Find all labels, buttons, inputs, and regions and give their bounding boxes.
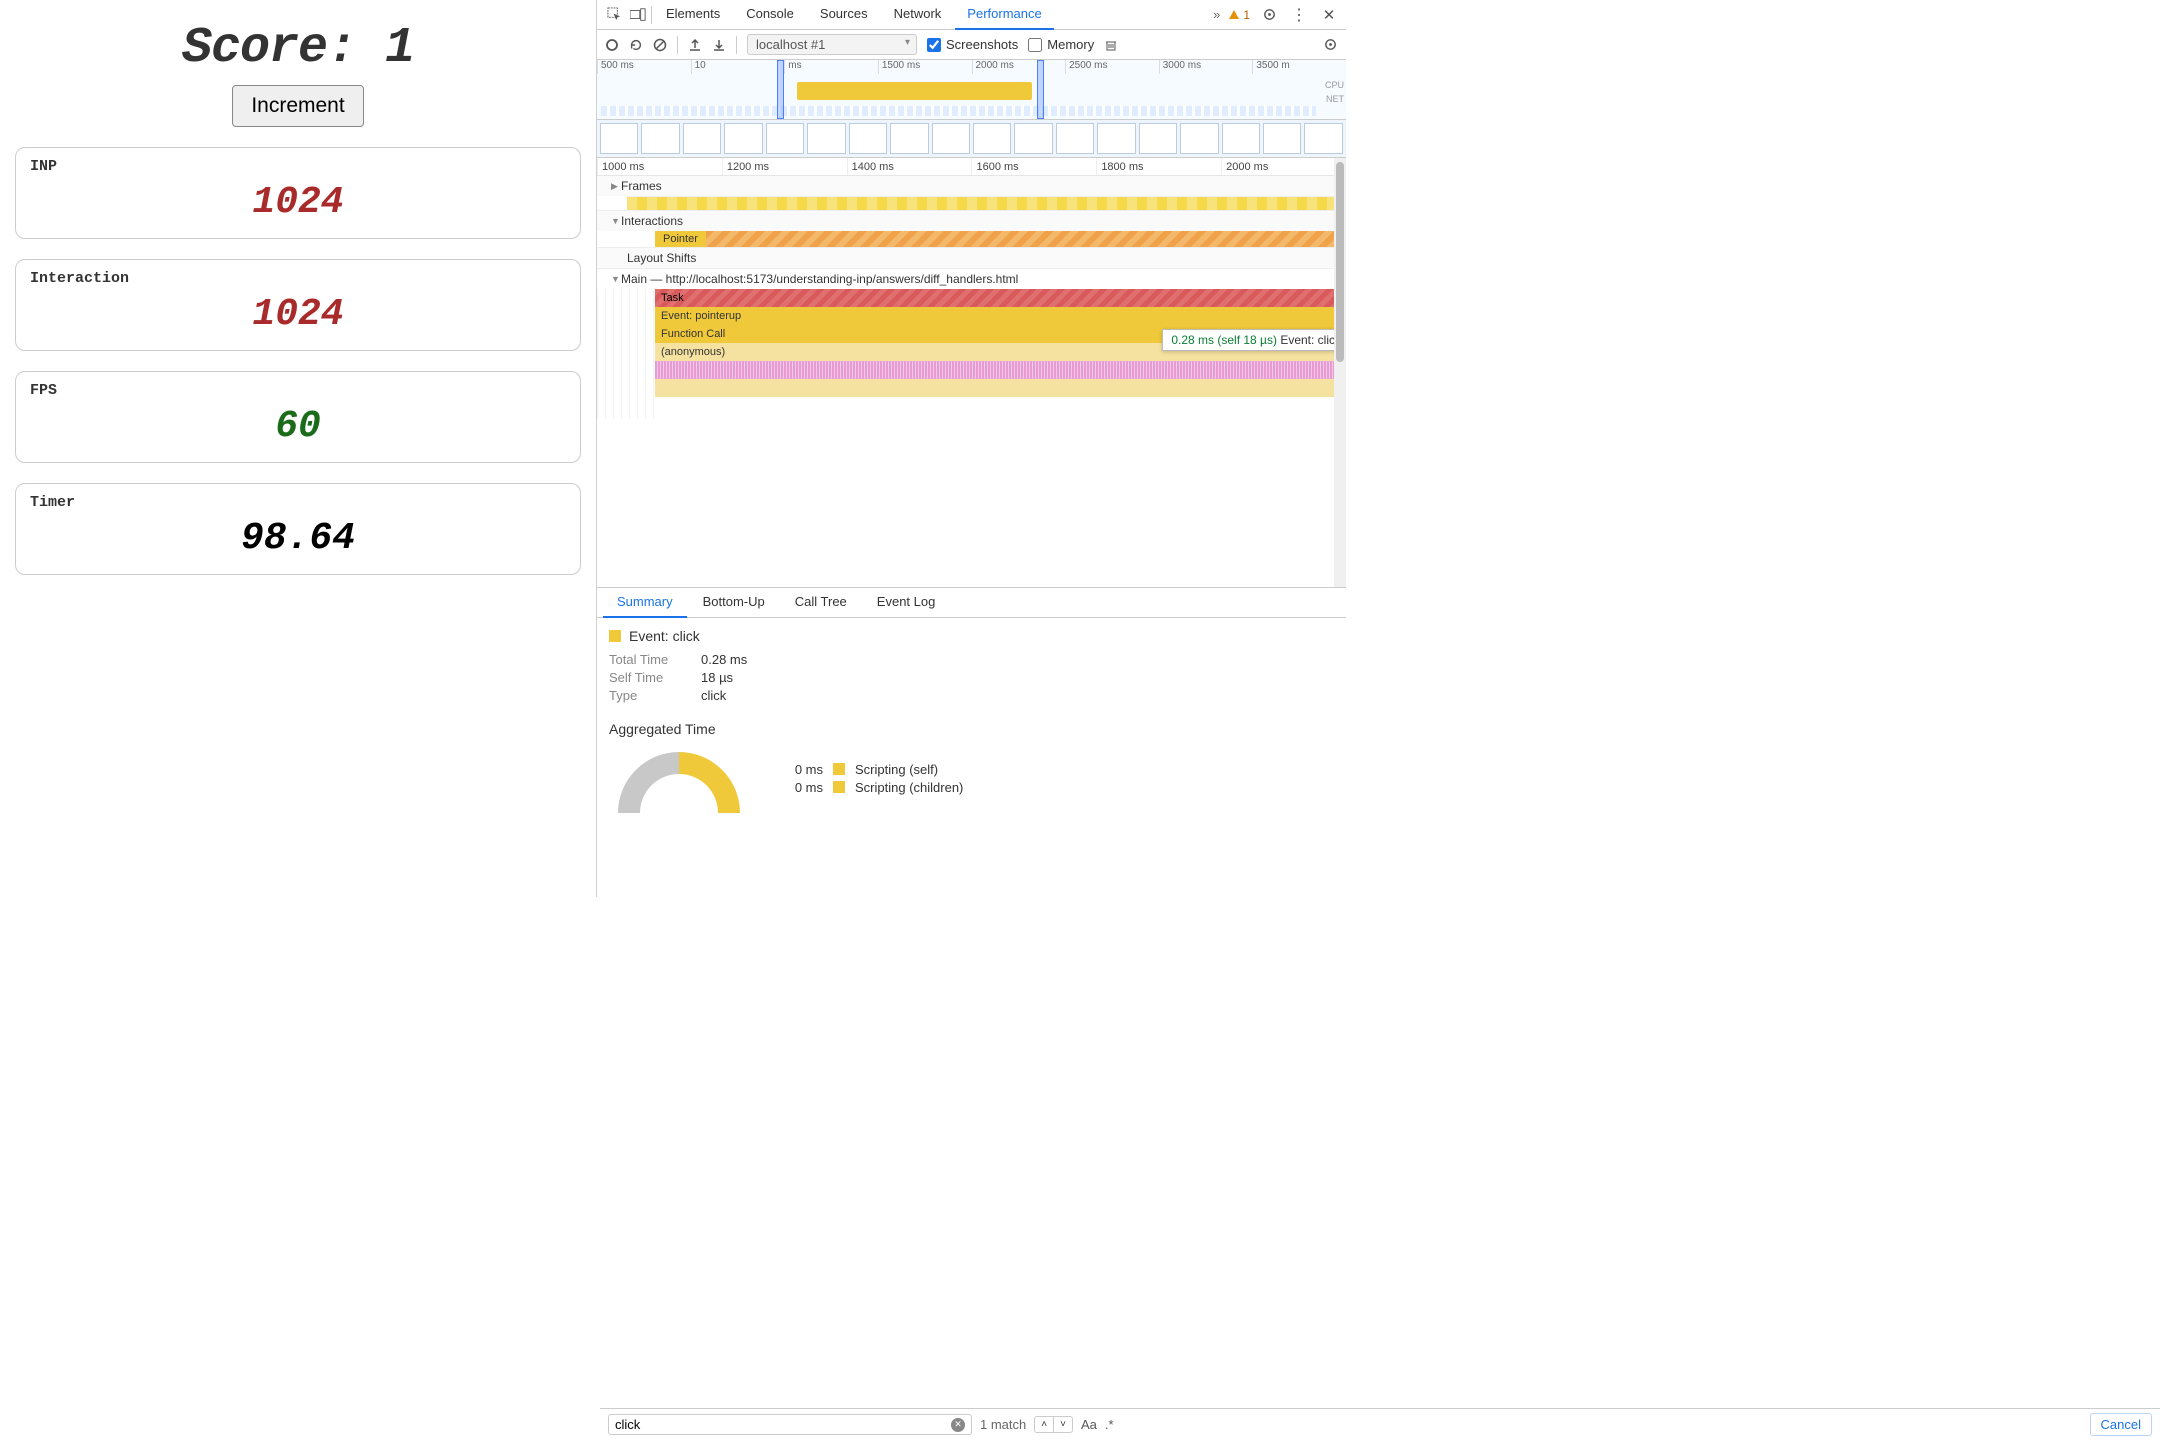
range-handle-right[interactable]: [1037, 60, 1044, 119]
search-input[interactable]: [615, 1417, 945, 1432]
aggregated-legend: 0 msScripting (self) 0 msScripting (chil…: [779, 759, 963, 798]
flame-layout-row[interactable]: [655, 361, 1338, 379]
flame-tooltip: 0.28 ms (self 18 µs) Event: click: [1162, 329, 1346, 351]
search-next-icon[interactable]: ˅: [1054, 1417, 1072, 1432]
memory-checkbox[interactable]: Memory: [1028, 37, 1094, 52]
flame-stack[interactable]: Task Event: pointerup Function Call (ano…: [655, 289, 1346, 419]
layout-shifts-header[interactable]: Layout Shifts: [597, 248, 1346, 268]
separator: [651, 6, 652, 24]
frames-section: ▶Frames: [597, 176, 1346, 211]
detail-tab-bottom-up[interactable]: Bottom-Up: [689, 588, 779, 618]
record-icon[interactable]: [605, 38, 619, 52]
upload-icon[interactable]: [688, 38, 702, 52]
metric-value: 1024: [30, 293, 566, 336]
increment-button[interactable]: Increment: [232, 85, 363, 127]
interactions-header[interactable]: ▼Interactions: [597, 211, 1346, 231]
flame-chart-area[interactable]: 1000 ms 1200 ms 1400 ms 1600 ms 1800 ms …: [597, 158, 1346, 588]
flame-search-bar: ✕ 1 match ˄ ˅ Aa .* Cancel: [600, 1408, 2160, 1440]
detail-tab-summary[interactable]: Summary: [603, 588, 687, 618]
main-thread-header[interactable]: ▼Main — http://localhost:5173/understand…: [597, 269, 1346, 289]
separator: [736, 36, 737, 54]
settings-gear-icon[interactable]: [1323, 37, 1338, 52]
aggregated-donut: [609, 743, 749, 813]
screenshot-filmstrip[interactable]: [597, 120, 1346, 158]
score-value: 1: [385, 20, 414, 77]
net-activity-band: [601, 106, 1316, 116]
flame-event-pointerup[interactable]: Event: pointerup: [655, 307, 1338, 325]
metric-card-fps: FPS 60: [15, 371, 581, 463]
detail-tabbar: Summary Bottom-Up Call Tree Event Log: [597, 588, 1346, 618]
pointer-interaction-bar[interactable]: Pointer: [655, 231, 1346, 247]
frames-strip: [627, 196, 1346, 210]
search-input-wrap: ✕: [608, 1414, 972, 1435]
separator: [677, 36, 678, 54]
frames-header[interactable]: ▶Frames: [597, 176, 1346, 196]
aggregated-title: Aggregated Time: [609, 721, 1334, 737]
metric-card-interaction: Interaction 1024: [15, 259, 581, 351]
metric-label: Interaction: [30, 270, 566, 287]
search-prev-icon[interactable]: ˄: [1035, 1417, 1054, 1432]
metric-value: 98.64: [30, 517, 566, 560]
flame-ruler: 1000 ms 1200 ms 1400 ms 1600 ms 1800 ms …: [597, 158, 1346, 176]
summary-title: Event: click: [609, 628, 1334, 644]
close-icon[interactable]: ✕: [1318, 4, 1340, 26]
metric-label: FPS: [30, 382, 566, 399]
performance-toolbar: localhost #1 Screenshots Memory: [597, 30, 1346, 60]
context-select[interactable]: localhost #1: [747, 34, 917, 55]
legend-row: 0 msScripting (children): [779, 780, 963, 795]
detail-tab-event-log[interactable]: Event Log: [863, 588, 950, 618]
search-match-count: 1 match: [980, 1417, 1026, 1432]
cpu-activity-band: [797, 82, 1032, 100]
metric-value: 1024: [30, 181, 566, 224]
screenshots-checkbox[interactable]: Screenshots: [927, 37, 1018, 52]
reload-icon[interactable]: [629, 38, 643, 52]
search-nav-buttons: ˄ ˅: [1034, 1416, 1073, 1433]
regex-icon[interactable]: .*: [1105, 1417, 1114, 1432]
kebab-icon[interactable]: ⋮: [1288, 4, 1310, 26]
summary-row: Typeclick: [609, 688, 1334, 703]
metric-card-inp: INP 1024: [15, 147, 581, 239]
inspect-icon[interactable]: [603, 4, 625, 26]
score-label: Score:: [182, 20, 385, 77]
detail-tab-call-tree[interactable]: Call Tree: [781, 588, 861, 618]
device-toggle-icon[interactable]: [627, 4, 649, 26]
summary-pane: Event: click Total Time0.28 ms Self Time…: [597, 618, 1346, 897]
metric-label: INP: [30, 158, 566, 175]
interactions-section: ▼Interactions Pointer: [597, 211, 1346, 248]
legend-row: 0 msScripting (self): [779, 762, 963, 777]
devtools-tabbar: Elements Console Sources Network Perform…: [597, 0, 1346, 30]
metric-card-timer: Timer 98.64: [15, 483, 581, 575]
grid-bars: [597, 289, 655, 419]
tab-sources[interactable]: Sources: [808, 0, 880, 30]
clear-search-icon[interactable]: ✕: [951, 1418, 965, 1432]
tab-performance[interactable]: Performance: [955, 0, 1053, 30]
overview-ruler: 500 ms 10 ms 1500 ms 2000 ms 2500 ms 300…: [597, 60, 1346, 74]
download-icon[interactable]: [712, 38, 726, 52]
summary-swatch: [609, 630, 621, 642]
layout-shifts-section: Layout Shifts: [597, 248, 1346, 269]
tab-network[interactable]: Network: [882, 0, 954, 30]
clear-icon[interactable]: [653, 38, 667, 52]
range-handle-left[interactable]: [777, 60, 784, 119]
metric-label: Timer: [30, 494, 566, 511]
more-tabs-icon[interactable]: »: [1213, 7, 1220, 22]
tab-elements[interactable]: Elements: [654, 0, 732, 30]
devtools-panel: Elements Console Sources Network Perform…: [596, 0, 1346, 897]
overview-lane-labels: CPU NET: [1325, 78, 1344, 106]
tab-console[interactable]: Console: [734, 0, 806, 30]
cancel-button[interactable]: Cancel: [2090, 1413, 2152, 1436]
gear-icon[interactable]: [1258, 4, 1280, 26]
summary-row: Self Time18 µs: [609, 670, 1334, 685]
metric-value: 60: [30, 405, 566, 448]
score-heading: Score: 1: [15, 20, 581, 77]
warnings-badge[interactable]: 1: [1228, 8, 1250, 22]
gc-icon[interactable]: [1104, 38, 1118, 52]
demo-page: Score: 1 Increment INP 1024 Interaction …: [0, 0, 596, 897]
flame-child-row[interactable]: [655, 379, 1338, 397]
flame-task[interactable]: Task: [655, 289, 1338, 307]
match-case-icon[interactable]: Aa: [1081, 1417, 1097, 1432]
vertical-scrollbar[interactable]: [1334, 158, 1346, 587]
summary-row: Total Time0.28 ms: [609, 652, 1334, 667]
timeline-overview[interactable]: 500 ms 10 ms 1500 ms 2000 ms 2500 ms 300…: [597, 60, 1346, 120]
